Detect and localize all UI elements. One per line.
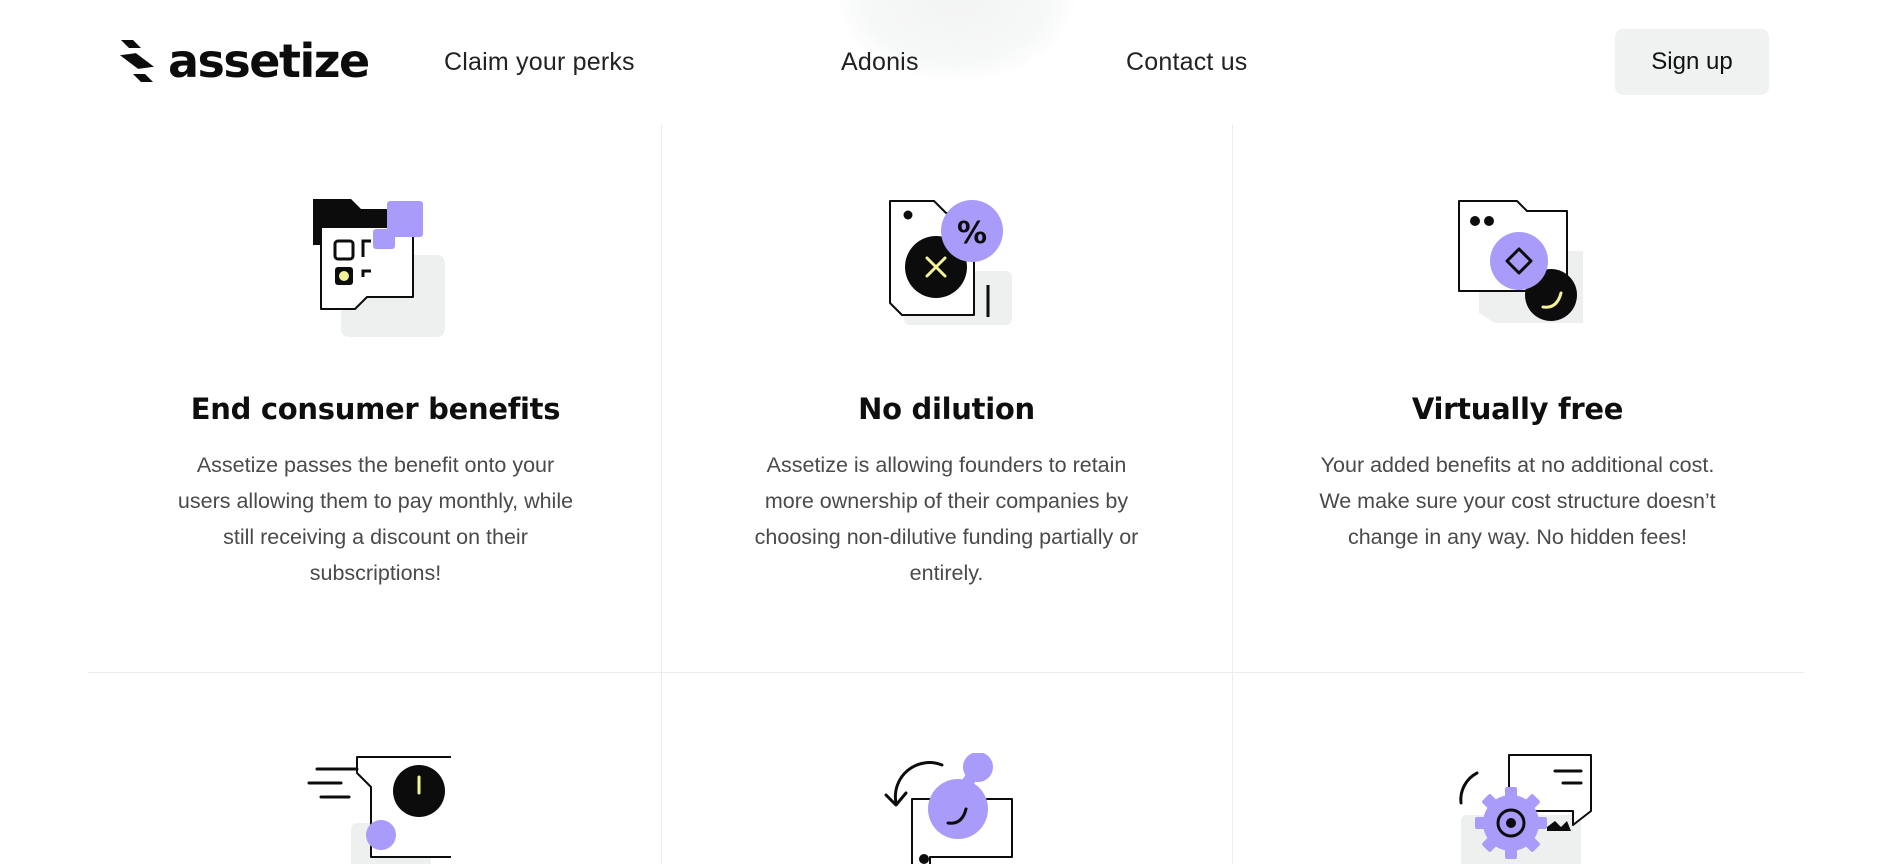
feature-description: Assetize is allowing founders to retain … (754, 453, 1139, 585)
feature-card-row2-1 (90, 673, 661, 864)
landing-page: assetize Claim your perks Adonis Contact… (0, 0, 1887, 864)
nav-contact-us[interactable]: Contact us (1126, 48, 1248, 77)
feature-title: End consumer benefits (190, 392, 561, 426)
diamond-window-icon (1457, 200, 1583, 323)
feature-title: Virtually free (1411, 392, 1624, 426)
nav-claim-perks[interactable]: Claim your perks (444, 48, 635, 77)
refresh-card-icon (884, 753, 1013, 864)
feature-description: Assetize passes the benefit onto your us… (177, 453, 574, 585)
svg-text:%: % (956, 216, 986, 251)
feature-card-end-consumer: End consumer benefits Assetize passes th… (90, 145, 661, 665)
feature-description: Your added benefits at no additional cos… (1319, 453, 1716, 549)
feature-title: No dilution (858, 392, 1035, 426)
logo[interactable]: assetize (118, 34, 370, 88)
sign-up-button[interactable]: Sign up (1615, 29, 1769, 95)
clock-speed-icon (307, 756, 451, 864)
assetize-logo-icon (120, 40, 154, 82)
gear-chat-icon (1458, 754, 1592, 864)
feature-card-row2-2 (661, 673, 1232, 864)
qr-folder-icon (312, 199, 445, 337)
feature-card-no-dilution: % No dilution Assetize is allowing found… (661, 145, 1232, 665)
feature-card-row2-3 (1232, 673, 1803, 864)
logo-text: assetize (168, 34, 370, 88)
feature-card-virtually-free: Virtually free Your added benefits at no… (1232, 145, 1803, 665)
nav-adonis[interactable]: Adonis (841, 48, 919, 77)
site-header: assetize Claim your perks Adonis Contact… (0, 0, 1887, 125)
percent-card-icon: % (888, 200, 1012, 325)
